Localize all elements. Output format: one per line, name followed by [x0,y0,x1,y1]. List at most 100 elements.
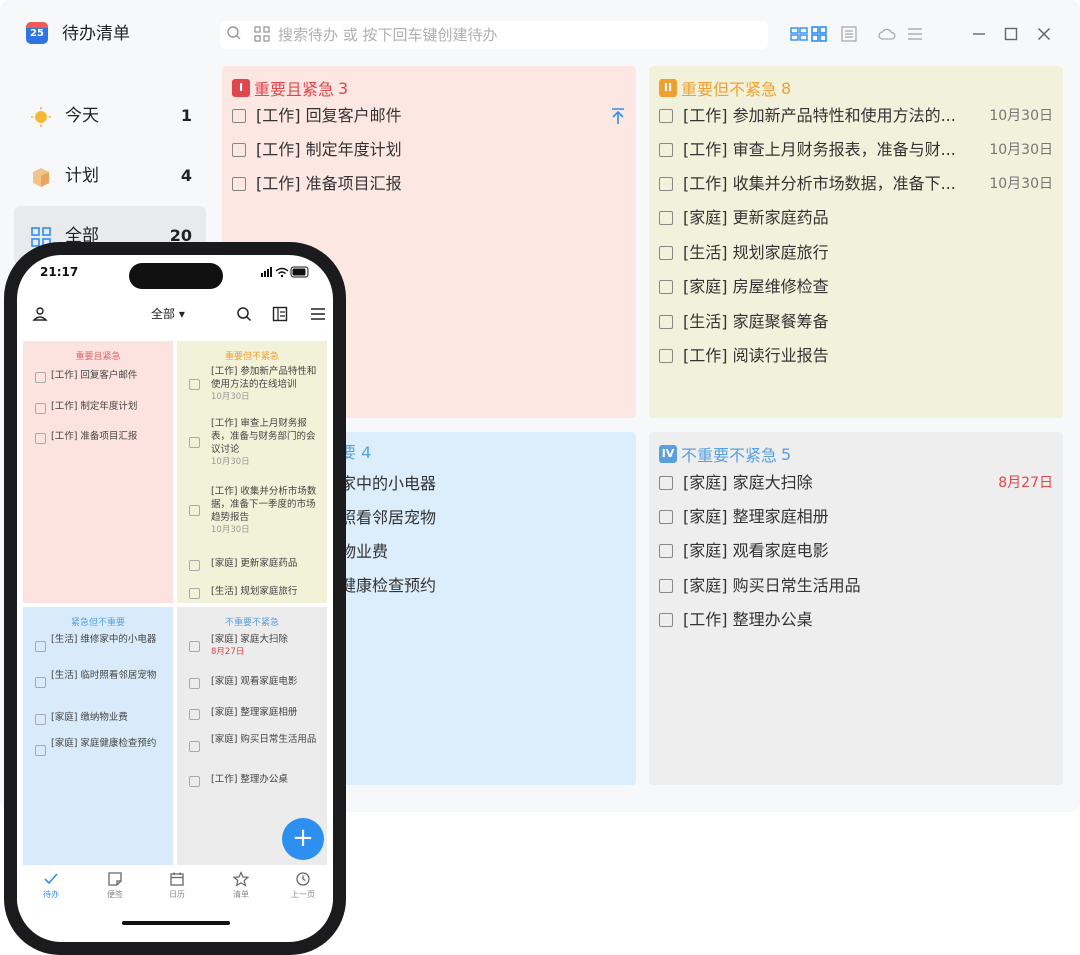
quadrant-view-icon[interactable] [790,25,808,43]
task-checkbox[interactable] [232,177,246,191]
phone-task-text: [工作] 收集并分析市场数据，准备下一季度的市场趋势报告 [211,486,317,523]
task-text[interactable]: 物业费 [340,540,388,564]
task-checkbox[interactable] [35,433,46,444]
list-view-icon[interactable] [271,305,289,323]
task-checkbox[interactable] [35,714,46,725]
task-checkbox[interactable] [35,403,46,414]
task-text: [工作] 准备项目汇报 [256,174,402,193]
task-checkbox[interactable] [35,372,46,383]
phone-quadrant-title: 紧急但不重要 [70,618,125,628]
task-checkbox[interactable] [35,745,46,756]
tab-label: 待办 [43,890,59,899]
scan-icon[interactable] [254,26,270,42]
filter-label: 全部 [151,307,176,321]
task-item[interactable]: [家庭] 购买日常生活用品 [659,574,1053,598]
task-item[interactable]: [生活] 规划家庭旅行 [659,241,1053,265]
tab-history[interactable]: 上一页 [277,871,329,900]
task-checkbox[interactable] [659,544,673,558]
tab-calendar[interactable]: 日历 [151,871,203,900]
task-text[interactable]: 健康检查预约 [340,574,436,598]
menu-icon[interactable] [309,305,327,323]
task-checkbox[interactable] [189,379,200,390]
maximize-icon[interactable] [1002,25,1020,43]
sidebar-item-plan[interactable]: 计划 4 [14,146,206,206]
phone-task-text: [家庭] 购买日常生活用品 [211,734,317,745]
task-checkbox[interactable] [35,677,46,688]
phone-task-body: [工作] 审查上月财务报表，准备与财务部门的会议讨论 10月30日 [211,417,319,469]
task-checkbox[interactable] [232,109,246,123]
task-checkbox[interactable] [189,505,200,516]
task-checkbox[interactable] [659,280,673,294]
filter-dropdown[interactable]: 全部 ▾ [151,305,185,323]
task-item[interactable]: [工作] 阅读行业报告 [659,344,1053,368]
search-box[interactable] [220,21,768,49]
task-item[interactable]: [工作] 参加新产品特性和使用方法的... 10月30日 [659,104,1053,128]
task-checkbox[interactable] [659,613,673,627]
task-date: 10月30日 [989,108,1053,124]
close-icon[interactable] [1035,25,1053,43]
task-checkbox[interactable] [659,349,673,363]
task-item[interactable]: [工作] 收集并分析市场数据，准备下... 10月30日 [659,172,1053,196]
task-checkbox[interactable] [232,143,246,157]
app-logo-icon: 25 [26,22,48,44]
quadrant-header: I 重要且紧急 3 [232,76,348,99]
user-icon[interactable] [31,305,49,323]
task-text[interactable]: 家中的小电器 [340,472,436,496]
task-item[interactable]: [家庭] 观看家庭电影 [659,539,1053,563]
phone-task-text: [工作] 回复客户邮件 [51,370,138,381]
task-checkbox[interactable] [659,177,673,191]
task-text: [家庭] 购买日常生活用品 [683,576,861,595]
tab-todo[interactable]: 待办 [25,871,77,900]
task-item[interactable]: [家庭] 整理家庭相册 [659,505,1053,529]
task-checkbox[interactable] [659,476,673,490]
cloud-sync-icon[interactable] [878,25,896,43]
task-item[interactable]: [家庭] 房屋维修检查 [659,275,1053,299]
note-icon [108,872,122,886]
task-item[interactable]: [工作] 回复客户邮件 [232,104,626,128]
phone-task-text: [生活] 维修家中的小电器 [51,634,157,645]
task-item[interactable]: [家庭] 家庭大扫除 8月27日 [659,471,1053,495]
sidebar-item-today[interactable]: 今天 1 [14,86,206,146]
list-view-icon[interactable] [840,25,858,43]
search-input[interactable] [278,21,758,49]
task-checkbox[interactable] [35,641,46,652]
task-checkbox[interactable] [659,143,673,157]
grid-view-icon[interactable] [810,25,828,43]
quadrant-count: 8 [781,78,792,98]
add-task-button[interactable]: + [282,818,324,860]
task-text: [家庭] 家庭大扫除 [683,473,813,492]
task-checkbox[interactable] [189,437,200,448]
task-checkbox[interactable] [659,579,673,593]
task-text: [工作] 审查上月财务报表，准备与财... [683,140,956,159]
task-item[interactable]: [家庭] 更新家庭药品 [659,206,1053,230]
quadrant-not-important-not-urgent: IV 不重要不紧急 5 [家庭] 家庭大扫除 8月27日 [家庭] 整理家庭相册 [家… [649,432,1063,785]
search-icon[interactable] [235,305,253,323]
task-checkbox[interactable] [189,741,200,752]
tab-notes[interactable]: 便签 [89,871,141,900]
task-checkbox[interactable] [659,246,673,260]
task-checkbox[interactable] [659,315,673,329]
task-item[interactable]: [工作] 制定年度计划 [232,138,626,162]
task-date: 10月30日 [989,142,1053,158]
task-checkbox[interactable] [659,211,673,225]
task-text: [工作] 整理办公桌 [683,610,813,629]
task-checkbox[interactable] [189,709,200,720]
task-checkbox[interactable] [189,588,200,599]
pin-top-icon[interactable] [610,107,626,125]
task-item[interactable]: [工作] 整理办公桌 [659,608,1053,632]
minimize-icon[interactable] [970,25,988,43]
task-checkbox[interactable] [189,641,200,652]
task-checkbox[interactable] [189,776,200,787]
task-item[interactable]: [工作] 准备项目汇报 [232,172,626,196]
task-checkbox[interactable] [189,560,200,571]
task-item[interactable]: [工作] 审查上月财务报表，准备与财... 10月30日 [659,138,1053,162]
menu-icon[interactable] [906,25,924,43]
phone-task-text: [家庭] 整理家庭相册 [211,707,298,718]
task-text[interactable]: 照看邻居宠物 [340,506,436,530]
task-checkbox[interactable] [189,678,200,689]
task-checkbox[interactable] [659,109,673,123]
dynamic-island [129,263,223,289]
tab-list[interactable]: 清单 [215,871,267,900]
task-checkbox[interactable] [659,510,673,524]
task-item[interactable]: [生活] 家庭聚餐筹备 [659,310,1053,334]
